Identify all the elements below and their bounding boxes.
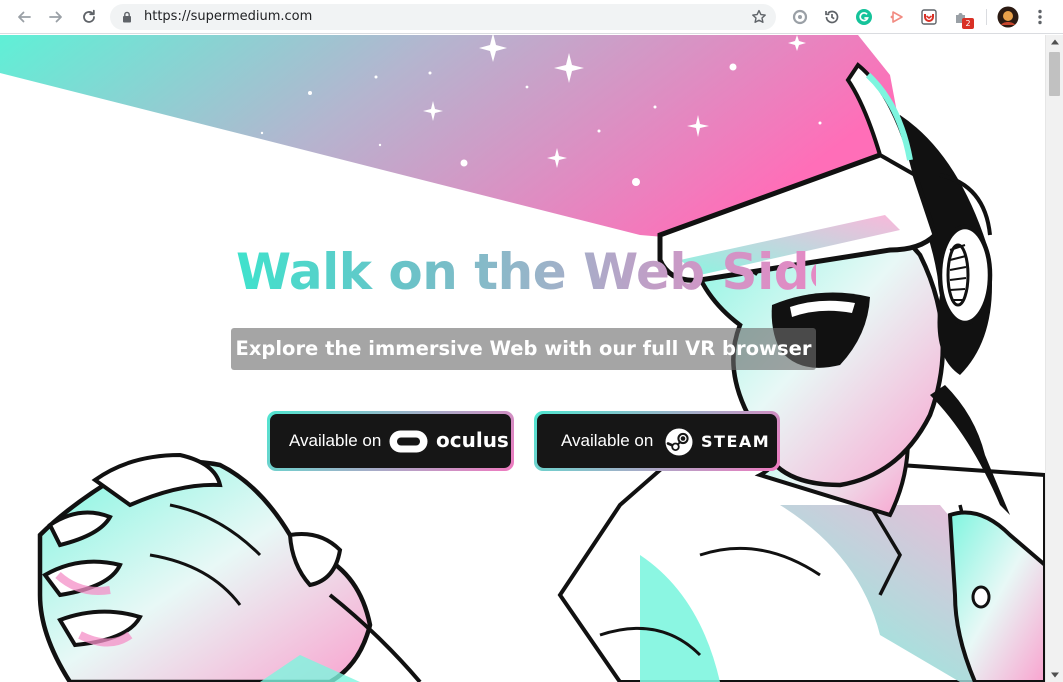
hero-headline: Walk on the Web Side: [236, 243, 843, 307]
oculus-button-prefix: Available on: [289, 431, 382, 450]
lock-icon: [123, 11, 131, 23]
steam-download-button[interactable]: Available on STEAM: [534, 411, 780, 471]
scroll-down-arrow-icon[interactable]: [1046, 668, 1063, 682]
address-bar[interactable]: https://supermedium.com: [110, 4, 776, 30]
browser-window: https://supermedium.com 2 Walk on the We…: [0, 0, 1063, 682]
extension-search-icon[interactable]: [790, 7, 810, 27]
steam-logo-icon: [665, 428, 693, 456]
scrollbar-thumb[interactable]: [1049, 52, 1060, 96]
notification-badge: 2: [962, 18, 974, 29]
reload-button[interactable]: [77, 5, 101, 29]
oculus-button-body: Available on oculus: [270, 414, 511, 468]
oculus-brand-label: oculus: [436, 428, 509, 452]
arrow-left-icon: [18, 11, 31, 23]
arrow-right-icon: [49, 11, 62, 23]
star-icon[interactable]: [751, 9, 767, 25]
steam-brand-label: STEAM: [701, 432, 771, 451]
history-icon[interactable]: [822, 7, 842, 27]
pocket-icon[interactable]: [919, 7, 939, 27]
steam-button-prefix: Available on: [561, 431, 654, 450]
vertical-scrollbar[interactable]: [1045, 35, 1063, 682]
toolbar-divider: [986, 9, 987, 25]
oculus-logo-icon: [389, 430, 428, 453]
forward-button[interactable]: [44, 5, 68, 29]
reload-icon: [83, 9, 95, 23]
steam-button-body: Available on STEAM: [537, 414, 777, 468]
oculus-download-button[interactable]: Available on oculus: [267, 411, 514, 471]
profile-avatar[interactable]: [997, 6, 1019, 28]
browser-toolbar: https://supermedium.com 2: [0, 0, 1063, 34]
kebab-menu-icon[interactable]: [1030, 7, 1050, 27]
url-text: https://supermedium.com: [144, 9, 313, 24]
grammarly-icon[interactable]: [854, 7, 874, 27]
back-button[interactable]: [12, 5, 36, 29]
cast-icon[interactable]: [887, 7, 907, 27]
page-viewport: Walk on the Web Side Explore the immersi…: [0, 35, 1045, 682]
scroll-up-arrow-icon[interactable]: [1046, 35, 1063, 49]
hero-subtitle: Explore the immersive Web with our full …: [231, 328, 816, 370]
